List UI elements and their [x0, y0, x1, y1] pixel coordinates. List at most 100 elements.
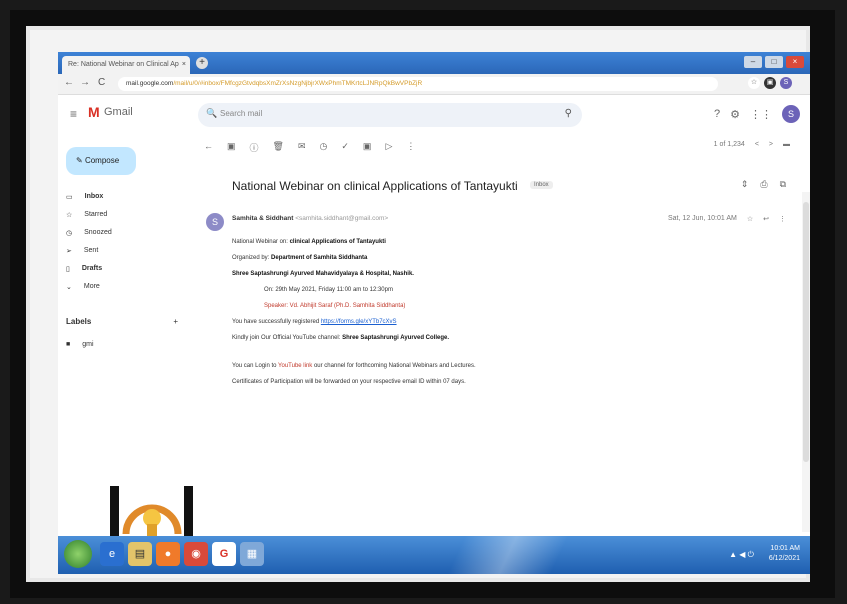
maximize-button[interactable]: □: [765, 56, 783, 68]
gmail-logo-icon[interactable]: M: [88, 104, 100, 120]
print-icon[interactable]: ⎙: [760, 179, 767, 190]
body-line: Kindly join Our Official YouTube channel…: [232, 335, 772, 341]
sidebar-item-label: Drafts: [81, 265, 103, 272]
inbox-label-badge[interactable]: Inbox: [530, 181, 553, 189]
registration-link[interactable]: https://forms.gle/xYTb7cXvS: [321, 319, 397, 325]
close-window-button[interactable]: ×: [786, 56, 804, 68]
back-to-inbox-icon[interactable]: ←: [204, 141, 213, 154]
new-tab-button[interactable]: +: [196, 57, 208, 69]
media-player-icon[interactable]: ●: [156, 542, 180, 566]
tab-close-icon[interactable]: ×: [182, 56, 186, 74]
clock[interactable]: 10:01 AM 6/12/2021: [769, 544, 800, 564]
body-line: Speaker: Vd. Abhijit Saraf (Ph.D. Samhit…: [264, 303, 406, 309]
scrollbar[interactable]: [802, 192, 810, 532]
sidebar-item-snoozed[interactable]: ◷ Snoozed: [66, 229, 178, 237]
window-thumbnail-icon[interactable]: ▦: [240, 542, 264, 566]
body-line: National Webinar on: clinical Applicatio…: [232, 239, 772, 245]
windows-taskbar: e ▤ ● ◉ G ▦ ▲ ◀ ⏻ 10:01 AM 6/12/2021: [58, 536, 810, 574]
body-text: Shree Saptashrungi Ayurved Mahavidyalaya…: [232, 271, 414, 277]
minimize-button[interactable]: –: [744, 56, 762, 68]
internet-explorer-icon[interactable]: e: [100, 542, 124, 566]
sidebar-item-inbox[interactable]: ▭ Inbox: [66, 193, 178, 201]
search-bar[interactable]: 🔍 Search mail ⚲: [198, 103, 582, 127]
clock-time: 10:01 AM: [770, 545, 800, 552]
message-meta: Sat, 12 Jun, 10:01 AM ☆ ↩ ⋮: [668, 215, 786, 223]
sidebar-item-label: gmi: [82, 341, 94, 348]
tab-title: Re: National Webinar on Clinical Ap: [68, 61, 179, 68]
mark-unread-icon[interactable]: ✉: [298, 141, 306, 154]
body-text: You have successfully registered: [232, 319, 320, 325]
body-text: You can Login to: [232, 363, 277, 369]
report-spam-icon[interactable]: ⓘ: [250, 141, 259, 154]
file-explorer-icon[interactable]: ▤: [128, 542, 152, 566]
back-icon[interactable]: ←: [64, 77, 74, 88]
body-text: Department of Samhita Siddhanta: [271, 255, 368, 261]
label-as-icon[interactable]: ▷: [385, 141, 392, 154]
pager-text: 1 of 1,234: [713, 141, 745, 148]
forward-icon[interactable]: →: [80, 77, 90, 88]
input-tools-icon[interactable]: ▬: [783, 141, 790, 148]
message-more-icon[interactable]: ⋮: [779, 215, 786, 223]
next-page-icon[interactable]: >: [769, 141, 773, 148]
profile-icon[interactable]: S: [780, 77, 792, 89]
start-button[interactable]: [64, 540, 92, 568]
account-avatar[interactable]: S: [782, 105, 800, 123]
sidebar-item-sent[interactable]: ➢ Sent: [66, 247, 178, 255]
settings-gear-icon[interactable]: ⚙: [730, 108, 740, 121]
reload-icon[interactable]: C: [98, 77, 105, 88]
more-options-icon[interactable]: ⋮: [406, 141, 415, 154]
move-to-icon[interactable]: ▣: [363, 141, 372, 154]
star-icon: ☆: [66, 212, 73, 219]
delete-icon[interactable]: 🗑: [273, 141, 284, 154]
labels-heading: Labels +: [66, 317, 178, 326]
help-icon[interactable]: ?: [714, 108, 720, 120]
url-field[interactable]: mail.google.com/mail/u/0/#inbox/FMfcgzGt…: [118, 77, 718, 91]
snooze-icon[interactable]: ◷: [320, 141, 328, 154]
new-window-icon[interactable]: ⧉: [780, 179, 786, 190]
system-tray-icons[interactable]: ▲ ◀ ⏻: [729, 550, 754, 560]
add-task-icon[interactable]: ✓: [341, 141, 349, 154]
body-line: You have successfully registered https:/…: [232, 319, 772, 325]
sender-line: Samhita & Siddhant <samhita.siddhant@gma…: [232, 215, 388, 222]
chevron-down-icon: ⌄: [66, 284, 72, 291]
apps-grid-icon[interactable]: ⋮⋮: [750, 108, 772, 121]
search-input[interactable]: Search mail: [220, 109, 262, 118]
youtube-link[interactable]: YouTube link: [278, 363, 312, 369]
sidebar-item-drafts[interactable]: ▯ Drafts: [66, 265, 178, 273]
compose-button[interactable]: ✎ Compose: [66, 147, 136, 175]
extension-icon[interactable]: ▣: [764, 77, 776, 89]
chrome-icon[interactable]: G: [212, 542, 236, 566]
prev-page-icon[interactable]: <: [755, 141, 759, 148]
body-text: National Webinar on:: [232, 239, 288, 245]
monitor-screen: Re: National Webinar on Clinical Ap × + …: [58, 52, 810, 574]
sender-avatar[interactable]: S: [206, 213, 224, 231]
archive-icon[interactable]: ▣: [227, 141, 236, 154]
compose-label: Compose: [84, 156, 120, 165]
expand-all-icon[interactable]: ⇕: [741, 179, 749, 190]
main-menu-icon[interactable]: ≡: [70, 107, 77, 121]
search-icon[interactable]: 🔍: [206, 108, 217, 119]
labels-heading-text: Labels: [66, 317, 92, 326]
sidebar-item-more[interactable]: ⌄ More: [66, 283, 178, 291]
scroll-thumb[interactable]: [803, 202, 809, 462]
gmail-header: ≡ M Gmail 🔍 Search mail ⚲ ? ⚙ ⋮⋮ S: [58, 95, 810, 135]
star-icon[interactable]: ☆: [747, 215, 753, 223]
sidebar-item-label: Snoozed: [84, 229, 112, 236]
message-time: Sat, 12 Jun, 10:01 AM: [667, 215, 737, 222]
body-text: Shree Saptashrungi Ayurved College.: [342, 335, 449, 341]
search-options-icon[interactable]: ⚲: [565, 108, 572, 119]
browser-tab[interactable]: Re: National Webinar on Clinical Ap ×: [62, 56, 190, 74]
window-controls: – □ ×: [744, 56, 804, 68]
app-icon[interactable]: ◉: [184, 542, 208, 566]
body-text: Organized by:: [232, 255, 270, 261]
header-actions: ? ⚙ ⋮⋮ S: [714, 105, 800, 123]
extension-icon[interactable]: ☆: [748, 77, 760, 89]
reply-icon[interactable]: ↩: [763, 215, 769, 223]
body-line: Shree Saptashrungi Ayurved Mahavidyalaya…: [232, 271, 772, 277]
sender-email: <samhita.siddhant@gmail.com>: [295, 215, 389, 222]
sidebar-item-starred[interactable]: ☆ Starred: [66, 211, 178, 219]
sidebar-item-label-gmi[interactable]: ■ gmi: [66, 341, 178, 348]
draft-icon: ▯: [66, 266, 70, 273]
sender-name[interactable]: Samhita & Siddhant: [232, 215, 293, 222]
add-label-icon[interactable]: +: [173, 317, 178, 326]
